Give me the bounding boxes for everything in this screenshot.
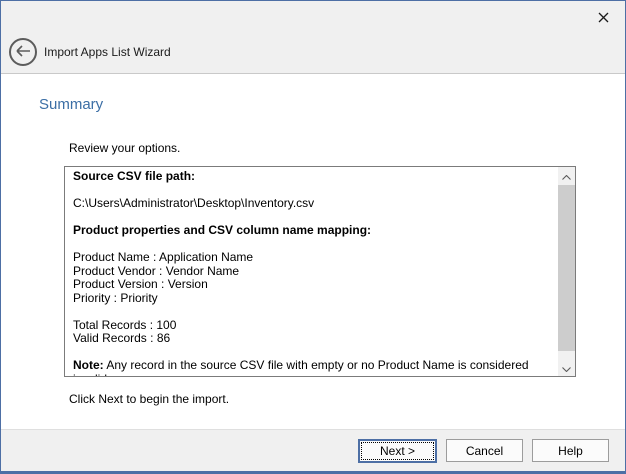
wizard-window: Import Apps List Wizard Summary Review y… xyxy=(0,0,626,474)
summary-line: Source CSV file path: xyxy=(73,170,550,184)
summary-line xyxy=(73,346,550,360)
back-button[interactable] xyxy=(9,38,37,66)
summary-line: Product Vendor : Vendor Name xyxy=(73,265,550,279)
review-instruction: Review your options. xyxy=(69,141,180,155)
scrollbar-thumb[interactable] xyxy=(558,185,575,351)
summary-box[interactable]: Source CSV file path: C:\Users\Administr… xyxy=(64,166,576,377)
summary-line: Total Records : 100 xyxy=(73,319,550,333)
back-arrow-icon xyxy=(15,45,31,60)
summary-line: Valid Records : 86 xyxy=(73,332,550,346)
cancel-button[interactable]: Cancel xyxy=(446,439,523,462)
summary-line xyxy=(73,211,550,225)
summary-line: Product properties and CSV column name m… xyxy=(73,224,550,238)
wizard-header: Import Apps List Wizard xyxy=(1,1,625,74)
next-button[interactable]: Next > xyxy=(358,439,437,463)
scrollbar-track[interactable] xyxy=(558,184,575,359)
summary-line xyxy=(73,238,550,252)
summary-line: C:\Users\Administrator\Desktop\Inventory… xyxy=(73,197,550,211)
vertical-scrollbar[interactable] xyxy=(558,167,575,376)
header-title-row: Import Apps List Wizard xyxy=(9,38,171,66)
close-icon xyxy=(598,11,609,26)
summary-text: Source CSV file path: C:\Users\Administr… xyxy=(65,167,558,376)
scroll-down-button[interactable] xyxy=(558,359,575,376)
summary-line: Product Version : Version xyxy=(73,278,550,292)
wizard-content: Summary Review your options. Source CSV … xyxy=(1,74,625,429)
summary-line: Product Name : Application Name xyxy=(73,251,550,265)
help-button[interactable]: Help xyxy=(532,439,609,462)
close-button[interactable] xyxy=(590,6,616,30)
window-title: Import Apps List Wizard xyxy=(44,45,171,59)
summary-line: Priority : Priority xyxy=(73,292,550,306)
summary-line xyxy=(73,184,550,198)
summary-line: Note: Any record in the source CSV file … xyxy=(73,359,550,376)
click-next-instruction: Click Next to begin the import. xyxy=(69,392,229,406)
scroll-up-button[interactable] xyxy=(558,167,575,184)
chevron-up-icon xyxy=(562,167,571,185)
page-title: Summary xyxy=(39,96,103,113)
summary-line xyxy=(73,305,550,319)
wizard-footer: Next > Cancel Help xyxy=(1,429,625,471)
chevron-down-icon xyxy=(562,359,571,377)
